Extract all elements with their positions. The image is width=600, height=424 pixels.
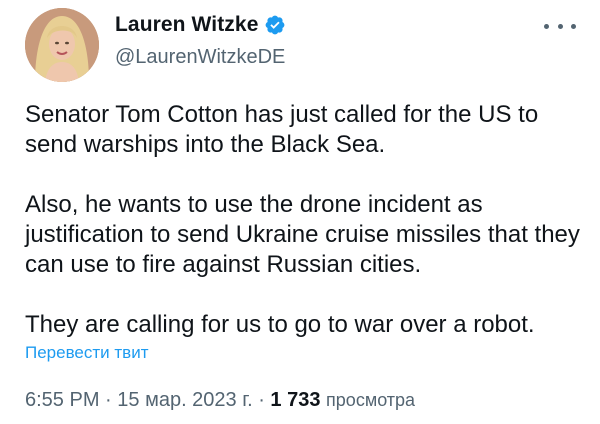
avatar-image bbox=[25, 8, 99, 82]
tweet-paragraph: They are calling for us to go to war ove… bbox=[25, 311, 535, 338]
author-display-name[interactable]: Lauren Witzke bbox=[115, 13, 258, 37]
dot bbox=[544, 23, 549, 29]
views-count: 1 733 bbox=[270, 389, 321, 411]
tweet-date[interactable]: 15 мар. 2023 г. bbox=[117, 389, 252, 411]
tweet-card: Lauren Witzke @LaurenWitzkeDE Senator To… bbox=[0, 0, 600, 424]
more-options-icon[interactable] bbox=[544, 16, 576, 36]
views-label: просмотра bbox=[326, 390, 416, 410]
author-avatar[interactable] bbox=[25, 8, 99, 82]
tweet-paragraph: Senator Tom Cotton has just called for t… bbox=[25, 101, 539, 158]
translate-tweet-link[interactable]: Перевести твит bbox=[25, 343, 148, 363]
dot bbox=[557, 23, 563, 29]
verified-badge-icon bbox=[264, 14, 286, 36]
meta-separator: · bbox=[252, 389, 271, 411]
tweet-time[interactable]: 6:55 PM bbox=[25, 389, 99, 411]
meta-separator: · bbox=[99, 389, 118, 411]
author-handle[interactable]: @LaurenWitzkeDE bbox=[115, 46, 285, 69]
tweet-text: Senator Tom Cotton has just called for t… bbox=[25, 100, 585, 340]
author-name-row: Lauren Witzke bbox=[115, 13, 286, 37]
tweet-meta: 6:55 PM · 15 мар. 2023 г. · 1 733 просмо… bbox=[25, 389, 415, 412]
dot bbox=[571, 23, 576, 29]
tweet-paragraph: Also, he wants to use the drone incident… bbox=[25, 191, 580, 278]
